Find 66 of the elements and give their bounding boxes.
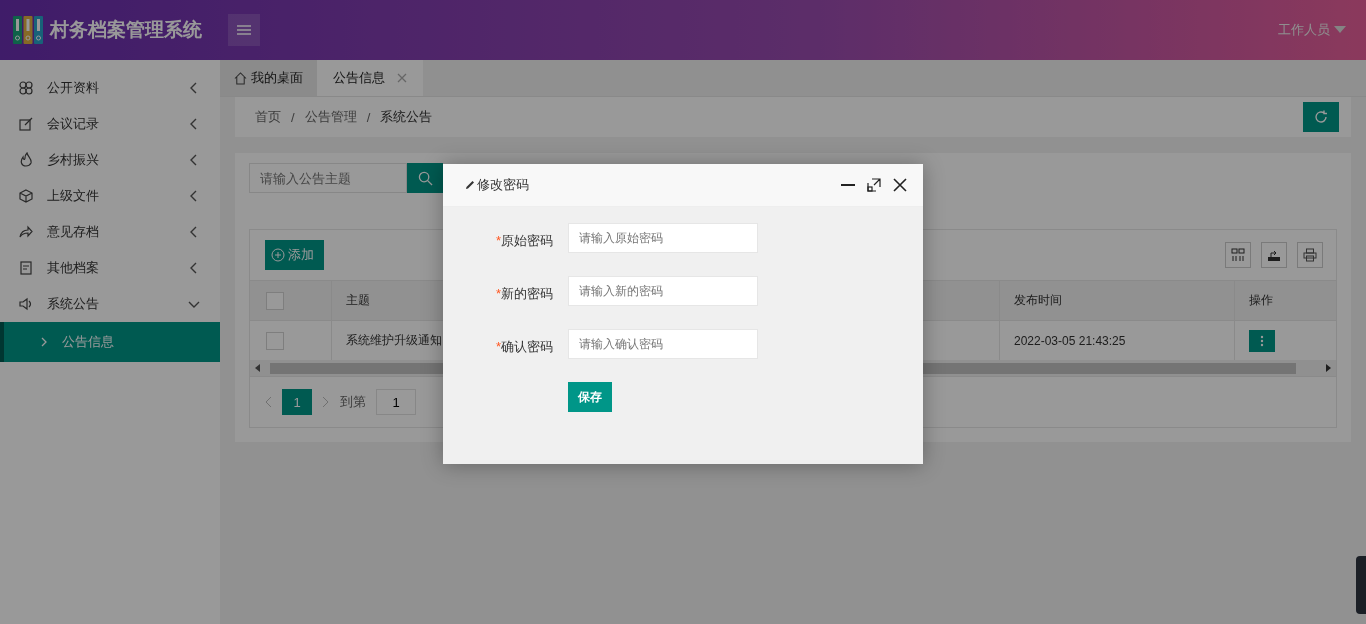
- sidebar-item[interactable]: 上级文件: [0, 178, 220, 214]
- breadcrumb-separator: /: [291, 109, 295, 125]
- close-icon: [893, 178, 907, 192]
- goto-label: 到第: [340, 393, 366, 411]
- sidebar-item[interactable]: 乡村振兴: [0, 142, 220, 178]
- scroll-right-icon[interactable]: [1324, 364, 1332, 372]
- app-title: 村务档案管理系统: [50, 18, 202, 42]
- sidebar-item[interactable]: 意见存档: [0, 214, 220, 250]
- checkbox[interactable]: [266, 331, 284, 350]
- columns-icon: [1231, 248, 1245, 262]
- clover-icon: [18, 80, 34, 96]
- page-field[interactable]: 1: [376, 389, 416, 415]
- sidebar-item[interactable]: 会议记录: [0, 106, 220, 142]
- export-icon: [1267, 248, 1281, 262]
- dialog-title: 修改密码: [477, 176, 529, 194]
- column-header: 操作: [1248, 292, 1274, 309]
- close-button[interactable]: [893, 178, 907, 192]
- binders-logo-icon: [12, 14, 44, 46]
- search-icon: [417, 170, 433, 186]
- breadcrumb-link[interactable]: 首页: [255, 108, 281, 126]
- column-header: 发布时间: [1000, 281, 1235, 320]
- next-page-icon[interactable]: [322, 396, 330, 408]
- search-field[interactable]: 请输入公告主题: [249, 163, 407, 193]
- speaker-icon: [18, 296, 34, 312]
- breadcrumb-link[interactable]: 公告管理: [304, 108, 357, 126]
- field-label: *确认密码: [494, 338, 554, 356]
- flame-icon: [18, 152, 34, 168]
- tab[interactable]: 公告信息: [317, 60, 423, 96]
- breadcrumb-link[interactable]: 系统公告: [380, 108, 433, 126]
- columns-button[interactable]: [1225, 242, 1251, 268]
- close-icon[interactable]: [397, 73, 407, 83]
- caret-icon: [1334, 26, 1346, 34]
- field-label: *新的密码: [494, 285, 554, 303]
- password-field[interactable]: 请输入新的密码: [568, 276, 758, 306]
- export-button[interactable]: [1261, 242, 1287, 268]
- refresh-button[interactable]: [1303, 102, 1339, 132]
- add-button[interactable]: 添加: [265, 240, 324, 270]
- search-button[interactable]: [407, 163, 443, 193]
- previous-page-icon[interactable]: [264, 396, 272, 408]
- tab[interactable]: 我的桌面: [220, 60, 317, 96]
- home-icon: [234, 71, 247, 85]
- checkbox[interactable]: [266, 291, 284, 310]
- more-button[interactable]: [1249, 329, 1275, 352]
- chevron-icon: [40, 337, 48, 347]
- field-label: *原始密码: [494, 232, 554, 250]
- print-icon: [1303, 248, 1317, 262]
- sidebar-item[interactable]: 公开资料: [0, 70, 220, 106]
- cube-icon: [18, 188, 34, 204]
- document-icon: [18, 260, 34, 276]
- edit-icon: [18, 116, 34, 132]
- refresh-icon: [1314, 110, 1328, 124]
- sidebar-item[interactable]: 其他档案: [0, 250, 220, 286]
- scroll-left-icon[interactable]: [254, 364, 262, 372]
- plus-circle-icon: [271, 248, 285, 262]
- menu-icon: [237, 24, 251, 36]
- breadcrumb-separator: /: [366, 109, 371, 125]
- maximize-button[interactable]: [867, 178, 881, 192]
- pencil-icon: [465, 180, 475, 190]
- sidebar-item[interactable]: 系统公告: [0, 286, 220, 322]
- share-icon: [18, 224, 34, 240]
- password-field[interactable]: 请输入确认密码: [568, 329, 758, 359]
- save-button[interactable]: 保存: [568, 382, 612, 412]
- print-button[interactable]: [1297, 242, 1323, 268]
- maximize-icon: [867, 178, 881, 192]
- password-field[interactable]: 请输入原始密码: [568, 223, 758, 253]
- more-icon: [1260, 334, 1264, 347]
